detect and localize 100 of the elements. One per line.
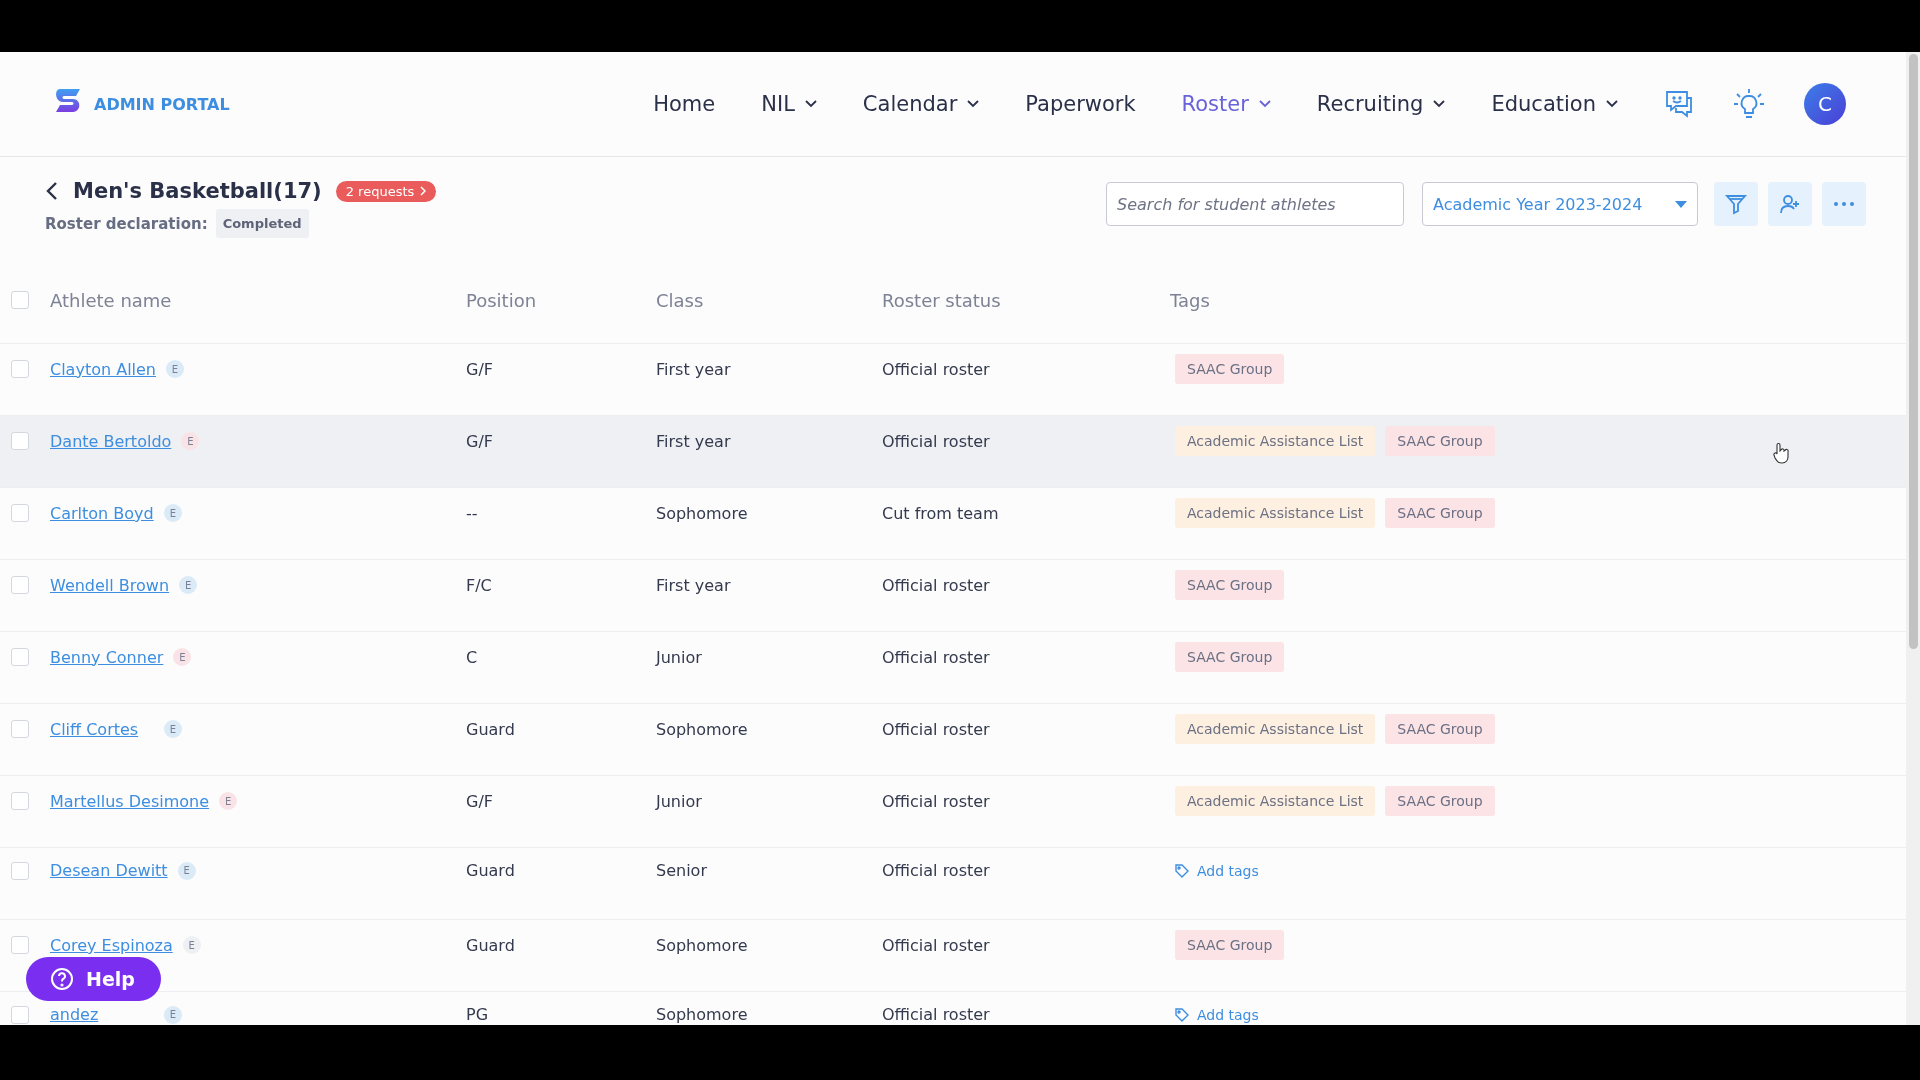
athlete-name-link[interactable]: Cliff Cortes [50, 719, 154, 739]
table-row[interactable]: Dante Bertoldo E G/F First year Official roster Academic Assistance List SAAC Group [0, 416, 1906, 488]
tag: SAAC Group [1175, 642, 1285, 673]
position-cell-text: G/F [466, 431, 494, 451]
tag: Academic Assistance List [1175, 714, 1376, 745]
tag-icon [1175, 863, 1189, 878]
row-checkbox[interactable] [11, 504, 29, 523]
roster-status-cell-text: Cut from team [882, 503, 1000, 523]
class-cell-text: Senior [656, 861, 708, 880]
roster-status-cell-text: Official roster [882, 791, 991, 811]
row-checkbox[interactable] [11, 576, 29, 595]
user-avatar[interactable]: C [1804, 83, 1846, 125]
nav-item[interactable]: Paperwork [1025, 92, 1136, 116]
roster-declaration-label: Roster declaration: [45, 214, 208, 233]
row-checkbox[interactable] [11, 360, 29, 379]
athlete-name-link[interactable]: Clayton Allen [50, 359, 156, 379]
table-row[interactable]: Desean Dewitt E Guard Senior Official roster Add tags [0, 848, 1906, 920]
page-title: Men's Basketball(17) [73, 179, 322, 203]
back-icon[interactable] [45, 181, 59, 201]
row-checkbox[interactable] [11, 648, 29, 667]
class-cell-text: First year [656, 575, 732, 595]
roster-status-cell-text: Official roster [882, 861, 991, 880]
nav-item[interactable]: Calendar [862, 92, 980, 116]
roster-status-cell-text: Official roster [882, 431, 991, 451]
lightbulb-icon[interactable] [1732, 87, 1766, 121]
class-cell-text: Sophomore [656, 503, 749, 523]
roster-status-cell-text: Official roster [882, 575, 991, 595]
athlete-name-link[interactable]: Benny Conner [50, 647, 164, 667]
column-header: Roster status [882, 289, 1002, 311]
search-field[interactable]: Search for student athletes [1106, 182, 1404, 226]
add-tags-link[interactable]: Add tags [1175, 1006, 1259, 1023]
athlete-name-link[interactable]: Corey Espinoza [50, 935, 173, 955]
table-row[interactable]: Carlton Boyd E -- Sophomore Cut from team Academic Assistance List SAAC Group [0, 488, 1906, 560]
row-checkbox[interactable] [11, 432, 29, 451]
select-all-checkbox[interactable] [11, 291, 29, 309]
athlete-name-link[interactable]: andez [50, 1005, 154, 1024]
add-tags-link[interactable]: Add tags [1175, 862, 1259, 879]
dropdown-caret-icon [1675, 200, 1687, 208]
position-cell-text: PG [466, 1005, 490, 1024]
chat-icon[interactable] [1664, 89, 1694, 119]
tag: SAAC Group [1175, 570, 1285, 601]
class-cell-text: First year [656, 359, 732, 379]
nav-item[interactable]: Home [653, 92, 716, 116]
eligibility-badge: E [166, 360, 184, 379]
class-cell-text: Junior [656, 647, 703, 667]
nav-item[interactable]: Education [1491, 92, 1618, 116]
roster-status-cell-text: Official roster [882, 935, 991, 955]
eligibility-badge: E [181, 432, 200, 451]
tag: SAAC Group [1385, 714, 1495, 745]
row-checkbox[interactable] [11, 720, 29, 739]
class-cell-text: Sophomore [656, 1005, 749, 1024]
row-checkbox[interactable] [11, 861, 29, 880]
more-icon[interactable] [1822, 182, 1866, 226]
position-cell-text: Guard [466, 719, 516, 739]
column-header: Tags [1170, 289, 1211, 311]
nav-item[interactable]: NIL [761, 92, 817, 116]
tag: Academic Assistance List [1175, 786, 1376, 817]
table-row[interactable]: Benny Conner E C Junior Official roster SAAC Group [0, 632, 1906, 704]
table-row[interactable]: Martellus Desimone E G/F Junior Official roster Academic Assistance List SAAC Group [0, 776, 1906, 848]
column-header: Position [466, 289, 538, 311]
requests-badge[interactable]: 2 requests [335, 180, 437, 202]
tag: SAAC Group [1385, 498, 1495, 529]
scrollbar[interactable] [1906, 52, 1920, 1025]
nav-item[interactable]: Recruiting [1316, 92, 1446, 116]
position-cell-text: C [466, 647, 479, 667]
position-cell-text: G/F [466, 359, 494, 379]
tag-icon [1175, 1007, 1189, 1022]
tag: Academic Assistance List [1175, 498, 1376, 529]
class-cell-text: First year [656, 431, 732, 451]
position-cell-text: G/F [466, 791, 494, 811]
class-cell-text: Sophomore [656, 719, 749, 739]
nav-item[interactable]: Roster [1181, 92, 1271, 116]
brand-name: ADMIN PORTAL [94, 94, 230, 114]
hand-cursor-icon [1772, 442, 1790, 464]
class-cell-text: Sophomore [656, 935, 749, 955]
help-button[interactable]: Help [26, 957, 161, 1001]
add-user-icon[interactable] [1768, 182, 1812, 226]
tag: Academic Assistance List [1175, 426, 1376, 457]
academic-year-dropdown[interactable]: Academic Year 2023-2024 [1422, 182, 1698, 226]
column-header: Athlete name [50, 289, 173, 311]
eligibility-badge: E [164, 1005, 182, 1024]
eligibility-badge: E [179, 576, 198, 595]
position-cell-text: Guard [466, 861, 516, 880]
tag: SAAC Group [1175, 930, 1285, 961]
eligibility-badge: E [164, 720, 182, 739]
tag: SAAC Group [1385, 426, 1495, 457]
athlete-name-link[interactable]: Martellus Desimone [50, 791, 210, 811]
position-cell-text: Guard [466, 935, 516, 955]
table-row[interactable]: Cliff Cortes E Guard Sophomore Official roster Academic Assistance List SAAC Group [0, 704, 1906, 776]
table-row[interactable]: Wendell Brown E F/C First year Official roster SAAC Group [0, 560, 1906, 632]
eligibility-badge: E [182, 936, 201, 955]
athlete-name-link[interactable]: Carlton Boyd [50, 503, 154, 523]
declaration-status: Completed [215, 209, 309, 238]
row-checkbox[interactable] [11, 936, 29, 955]
row-checkbox[interactable] [11, 792, 29, 811]
filter-icon[interactable] [1714, 182, 1758, 226]
athlete-name-link[interactable]: Wendell Brown [50, 575, 170, 595]
row-checkbox[interactable] [11, 1005, 29, 1024]
athlete-name-link[interactable]: Dante Bertoldo [50, 431, 172, 451]
athlete-name-link[interactable]: Desean Dewitt [50, 861, 168, 880]
